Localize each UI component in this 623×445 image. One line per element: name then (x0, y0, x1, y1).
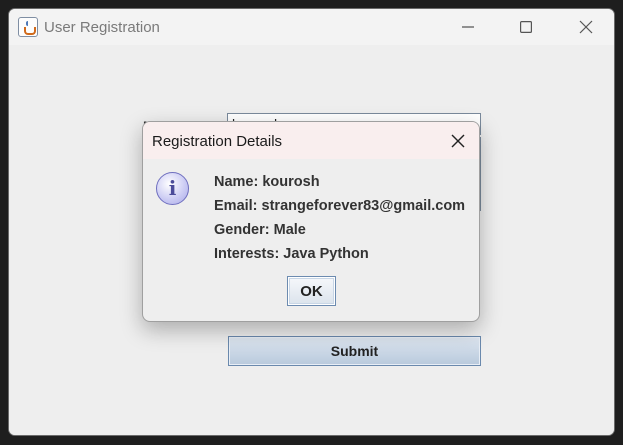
dialog-titlebar[interactable]: Registration Details (143, 122, 479, 159)
message-line-interests: Interests: Java Python (214, 246, 369, 262)
minimize-button[interactable] (439, 9, 497, 45)
info-icon: i (156, 172, 189, 205)
submit-button[interactable]: Submit (228, 336, 481, 366)
message-line-gender: Gender: Male (214, 222, 306, 238)
window-titlebar[interactable]: User Registration (9, 9, 614, 45)
maximize-button[interactable] (497, 9, 555, 45)
close-icon (579, 20, 593, 34)
maximize-icon (520, 21, 532, 33)
message-line-email: Email: strangeforever83@gmail.com (214, 198, 466, 214)
ok-button[interactable]: OK (287, 276, 336, 306)
minimize-icon (462, 26, 474, 28)
registration-details-dialog: Registration Details i Name: kourosh Ema… (142, 121, 480, 322)
dialog-close-button[interactable] (445, 128, 471, 154)
message-line-name: Name: kourosh (214, 174, 320, 190)
window-title: User Registration (44, 19, 160, 36)
java-app-icon (18, 17, 38, 37)
close-button[interactable] (557, 9, 614, 45)
close-icon (451, 134, 465, 148)
dialog-title: Registration Details (152, 133, 283, 150)
